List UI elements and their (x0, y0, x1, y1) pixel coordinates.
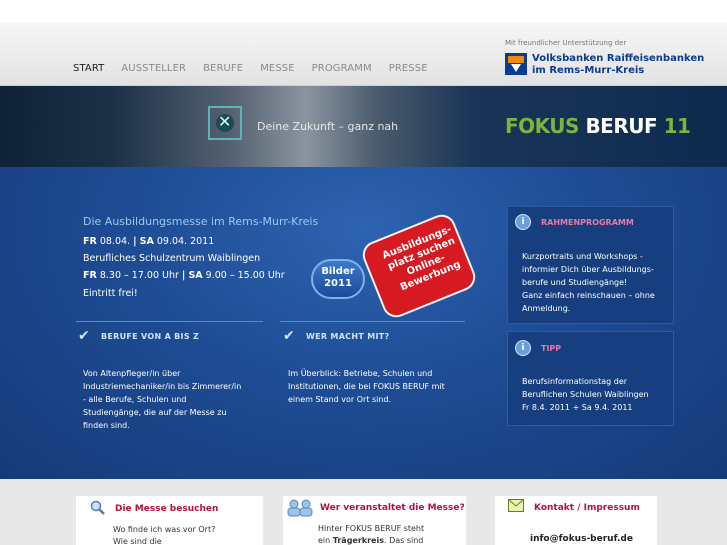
envelope-icon (508, 499, 524, 512)
berufe-text: Von Altenpfleger/in über Industriemechan… (83, 369, 242, 430)
nav-programm[interactable]: PROGRAMM (312, 63, 372, 74)
wer-macht-mit-heading[interactable]: WER MACHT MIT? (306, 332, 389, 341)
top-strip (0, 0, 727, 22)
nav-start[interactable]: START (73, 63, 104, 74)
messe-besuchen-text: Wo finde ich was vor Ort? Wie sind die (113, 525, 216, 545)
event-entry: Eintritt frei! (83, 288, 138, 299)
berufe-heading[interactable]: BERUFE VON A BIS Z (101, 332, 199, 341)
sponsor-note: Mit freundlicher Unterstützung der (505, 39, 627, 47)
divider (76, 321, 263, 322)
bilder-2011-button[interactable]: Bilder 2011 (311, 259, 365, 299)
kontakt-impressum-link[interactable]: Kontakt / Impressum (534, 503, 640, 513)
event-dates: FR 08.04. | SA 09.04. 2011 (83, 236, 215, 247)
wer-text: Im Überblick: Betriebe, Schulen und Inst… (288, 369, 445, 404)
sponsor-name-line1[interactable]: Volksbanken Raiffeisenbanken (532, 53, 704, 64)
event-venue: Berufliches Schulzentrum Waiblingen (83, 253, 261, 264)
fokus-beruf-logo: FOKUS BERUF 11 (505, 114, 691, 138)
info-icon: i (515, 214, 531, 230)
divider (280, 321, 465, 322)
magnifier-icon (90, 500, 105, 515)
nav-aussteller[interactable]: AUSSTELLER (121, 63, 186, 74)
banner-tagline: Deine Zukunft – ganz nah (257, 120, 399, 133)
people-icon (287, 499, 313, 517)
info-icon: i (515, 340, 531, 356)
volksbank-logo-icon[interactable] (505, 53, 527, 75)
checkmark-icon: ✔ (283, 328, 295, 344)
eye-cross-icon: ✕ (218, 112, 232, 131)
messe-besuchen-link[interactable]: Die Messe besuchen (115, 504, 218, 514)
rahmenprogramm-text: Kurzportraits und Workshops - informier … (522, 252, 655, 313)
nav-messe[interactable]: MESSE (260, 63, 294, 74)
nav-berufe[interactable]: BERUFE (203, 63, 243, 74)
contact-email-link[interactable]: info@fokus-beruf.de (530, 533, 633, 545)
veranstalter-text: Hinter FOKUS BERUF steht ein Trägerkreis… (318, 524, 425, 545)
rahmenprogramm-heading[interactable]: RAHMENPROGRAMM (541, 218, 634, 227)
tipp-text: Berufsinformationstag der Beruflichen Sc… (522, 377, 649, 412)
checkmark-icon: ✔ (78, 328, 90, 344)
nav-presse[interactable]: PRESSE (389, 63, 428, 74)
main-nav: START AUSSTELLER BERUFE MESSE PROGRAMM P… (73, 63, 445, 74)
event-title: Die Ausbildungsmesse im Rems-Murr-Kreis (83, 215, 319, 228)
veranstalter-link[interactable]: Wer veranstaltet die Messe? (320, 503, 465, 513)
event-times: FR 8.30 – 17.00 Uhr | SA 9.00 – 15.00 Uh… (83, 270, 285, 281)
tipp-heading[interactable]: TIPP (541, 344, 561, 353)
sponsor-name-line2[interactable]: im Rems-Murr-Kreis (532, 65, 644, 76)
